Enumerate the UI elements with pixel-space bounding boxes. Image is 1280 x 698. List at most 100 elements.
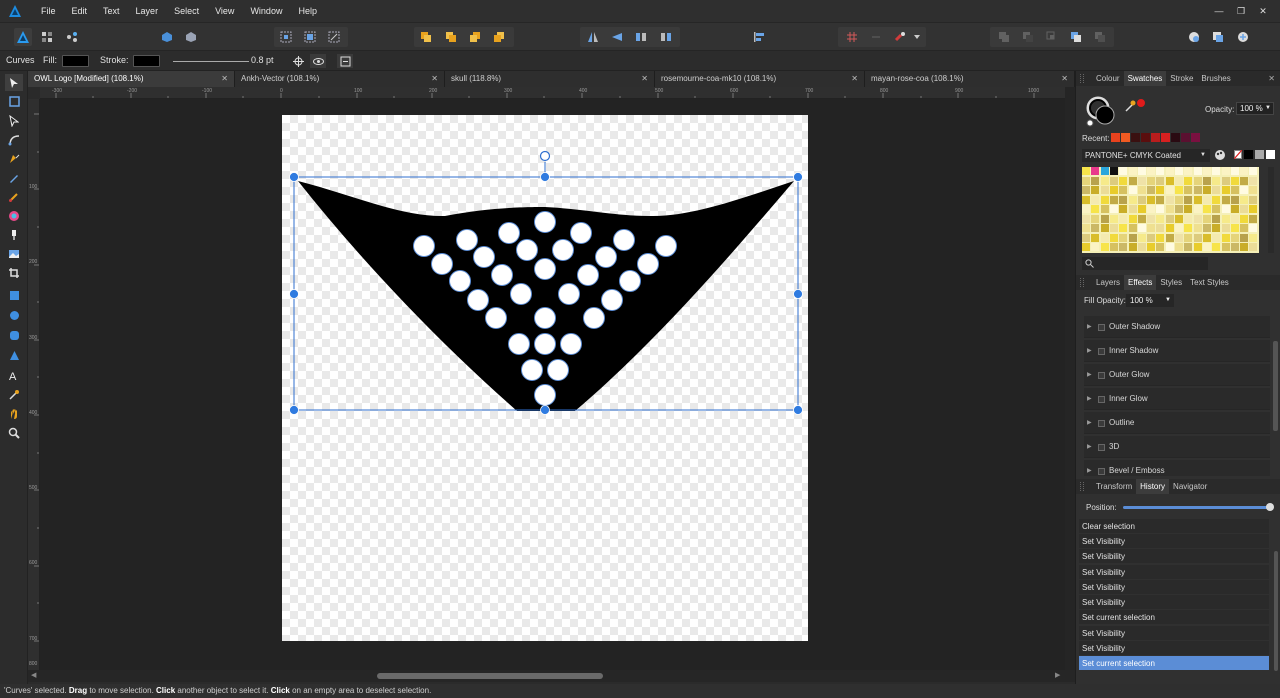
swatch-cell[interactable] (1165, 205, 1174, 213)
history-item[interactable]: Set Visibility (1079, 641, 1269, 656)
close-tab-icon[interactable]: ✕ (221, 71, 228, 87)
swatch-cell[interactable] (1175, 195, 1183, 204)
swatch-cell[interactable] (1128, 195, 1137, 204)
arrange-backward-icon[interactable] (442, 28, 460, 46)
swatch-cell[interactable] (1212, 176, 1221, 185)
menu-view[interactable]: View (207, 0, 242, 22)
swatch-cell[interactable] (1221, 195, 1230, 204)
swatch-cell[interactable] (1147, 205, 1156, 213)
swatch-cell[interactable] (1119, 214, 1128, 223)
menu-edit[interactable]: Edit (64, 0, 96, 22)
swatch-cell[interactable] (1230, 233, 1239, 242)
menu-layer[interactable]: Layer (128, 0, 167, 22)
history-scrollbar[interactable] (1274, 551, 1278, 671)
preferences-icon[interactable] (182, 28, 200, 46)
corner-tool-icon[interactable] (5, 131, 23, 148)
ellipse-tool-icon[interactable] (5, 307, 23, 324)
history-item[interactable]: Set Visibility (1079, 549, 1269, 564)
palette-options-icon[interactable] (1214, 149, 1226, 161)
swatch-cell[interactable] (1156, 243, 1165, 251)
swatch-cell[interactable] (1193, 243, 1202, 251)
swatch-search-field[interactable] (1082, 257, 1208, 270)
tab-styles[interactable]: Styles (1156, 275, 1186, 290)
swatch-cell[interactable] (1082, 176, 1090, 185)
none-swatch[interactable] (1234, 150, 1242, 159)
swatch-cell[interactable] (1128, 243, 1137, 251)
swatch-cell[interactable] (1240, 205, 1249, 213)
swatch-cell[interactable] (1082, 243, 1090, 251)
swatch-cell[interactable] (1202, 214, 1211, 223)
grey-swatch[interactable] (1255, 150, 1264, 159)
swatch-cell[interactable] (1128, 186, 1137, 194)
swatch-cell[interactable] (1184, 224, 1193, 232)
history-position-slider[interactable] (1123, 506, 1270, 509)
swatch-cell[interactable] (1109, 167, 1118, 175)
swatch-cell[interactable] (1184, 195, 1193, 204)
swatch-cell[interactable] (1202, 195, 1211, 204)
swatch-cell[interactable] (1137, 176, 1146, 185)
swatch-cell[interactable] (1193, 224, 1202, 232)
doc-tab[interactable]: mayan-rose-coa (108.1%) ✕ (865, 71, 1075, 87)
swatch-cell[interactable] (1109, 205, 1118, 213)
ruler-corner[interactable] (28, 87, 40, 99)
swatch-cell[interactable] (1240, 167, 1249, 175)
close-icon[interactable]: ✕ (1252, 6, 1274, 17)
effect-checkbox[interactable] (1098, 468, 1105, 475)
swatch-cell[interactable] (1202, 186, 1211, 194)
swatch-cell[interactable] (1091, 214, 1100, 223)
swatch-cell[interactable] (1230, 186, 1239, 194)
curves-artwork[interactable] (40, 99, 1065, 670)
swatch-cell[interactable] (1202, 176, 1211, 185)
swatch-cell[interactable] (1091, 205, 1100, 213)
snapping-magnet-icon[interactable] (891, 28, 909, 46)
recent-colour-swatch[interactable] (1181, 133, 1190, 142)
swatch-cell[interactable] (1165, 243, 1174, 251)
rotate-right-icon[interactable] (657, 28, 675, 46)
swatch-cell[interactable] (1109, 233, 1118, 242)
swatch-cell[interactable] (1221, 186, 1230, 194)
palette-dropdown[interactable]: PANTONE+ CMYK Coated ▼ (1082, 149, 1210, 162)
tab-text-styles[interactable]: Text Styles (1186, 275, 1233, 290)
swatch-cell[interactable] (1082, 224, 1090, 232)
tab-brushes[interactable]: Brushes (1197, 71, 1234, 86)
swatch-cell[interactable] (1175, 233, 1183, 242)
select-frame-icon[interactable] (301, 28, 319, 46)
effect-row-bevel-emboss[interactable]: ▶ Bevel / Emboss (1084, 460, 1270, 476)
boolean-xor-icon[interactable] (1067, 28, 1085, 46)
swatch-cell[interactable] (1175, 214, 1183, 223)
swatch-cell[interactable] (1212, 195, 1221, 204)
swatch-cell[interactable] (1147, 176, 1156, 185)
arrange-back-icon[interactable] (417, 28, 435, 46)
swatch-cell[interactable] (1156, 233, 1165, 242)
effect-checkbox[interactable] (1098, 444, 1105, 451)
boolean-add-icon[interactable] (995, 28, 1013, 46)
effect-checkbox[interactable] (1098, 372, 1105, 379)
swatch-cell[interactable] (1230, 205, 1239, 213)
align-icon[interactable] (750, 28, 768, 46)
swatch-cell[interactable] (1119, 243, 1128, 251)
black-swatch[interactable] (1244, 150, 1253, 159)
arrange-forward-icon[interactable] (466, 28, 484, 46)
horizontal-scrollbar[interactable]: ◀ ▶ (28, 670, 1075, 682)
swatch-cell[interactable] (1193, 186, 1202, 194)
swatch-cell[interactable] (1249, 233, 1258, 242)
swatch-cell[interactable] (1156, 214, 1165, 223)
swatch-cell[interactable] (1147, 214, 1156, 223)
swatch-cell[interactable] (1119, 233, 1128, 242)
swatch-cell[interactable] (1100, 224, 1109, 232)
history-item[interactable]: Clear selection (1079, 519, 1269, 534)
swatch-cell[interactable] (1175, 176, 1183, 185)
menu-file[interactable]: File (33, 0, 64, 22)
swatch-cell[interactable] (1109, 176, 1118, 185)
swatch-cell[interactable] (1091, 233, 1100, 242)
swatch-cell[interactable] (1128, 233, 1137, 242)
tab-effects[interactable]: Effects (1124, 275, 1157, 290)
fill-opacity-field[interactable]: 100 % ▼ (1126, 294, 1174, 307)
swatch-cell[interactable] (1082, 214, 1090, 223)
swatch-cell[interactable] (1137, 195, 1146, 204)
swatch-cell[interactable] (1082, 233, 1090, 242)
swatch-cell[interactable] (1175, 186, 1183, 194)
history-item[interactable]: Set Visibility (1079, 565, 1269, 580)
crop-tool-icon[interactable] (5, 264, 23, 281)
swatch-cell[interactable] (1249, 243, 1258, 251)
